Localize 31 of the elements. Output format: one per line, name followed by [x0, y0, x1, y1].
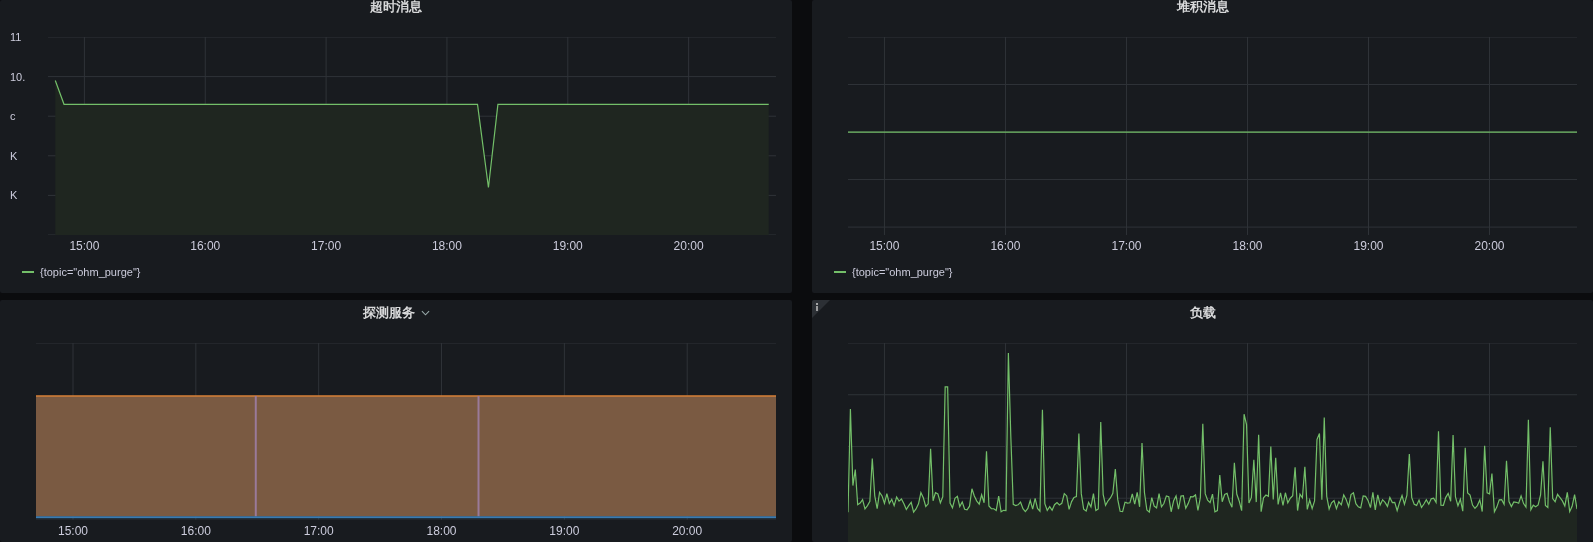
axis-label: 19:00	[1353, 239, 1384, 253]
axis-label: 17:00	[1111, 239, 1142, 253]
panel-title[interactable]: 负载	[1189, 304, 1216, 322]
axis-label: 16:00	[180, 524, 211, 538]
axis-label: 19:00	[552, 239, 583, 253]
axis-label: K	[10, 189, 18, 202]
axis-label: 20:00	[672, 524, 703, 538]
legend-label[interactable]: {topic="ohm_purge"}	[852, 266, 953, 278]
panel-title[interactable]: 探测服务	[362, 304, 415, 322]
info-icon[interactable]	[812, 300, 830, 318]
caret-icon[interactable]	[420, 310, 430, 316]
panel-title[interactable]: 超时消息	[370, 0, 422, 16]
panel-title[interactable]: 堆积消息	[1176, 0, 1229, 16]
axis-label: 17:00	[303, 524, 334, 538]
axis-label: 16:00	[990, 239, 1021, 253]
axis-label: 10.	[10, 70, 26, 83]
axis-label: 18:00	[431, 239, 462, 253]
axis-label: 19:00	[549, 524, 580, 538]
axis-label: 20:00	[673, 239, 704, 253]
axis-label: 20:00	[1474, 239, 1505, 253]
axis-label: c	[10, 110, 16, 123]
axis-label: 18:00	[426, 524, 457, 538]
legend-label[interactable]: {topic="ohm_purge"}	[40, 266, 141, 278]
axis-label: K	[10, 149, 18, 162]
axis-label: 17:00	[311, 239, 342, 253]
axis-label: 11	[10, 31, 22, 43]
axis-label: 16:00	[190, 239, 221, 253]
axis-label: 18:00	[1232, 239, 1263, 253]
axis-label: 15:00	[69, 239, 100, 253]
axis-label: 15:00	[869, 239, 900, 253]
axis-label: 15:00	[58, 524, 88, 538]
